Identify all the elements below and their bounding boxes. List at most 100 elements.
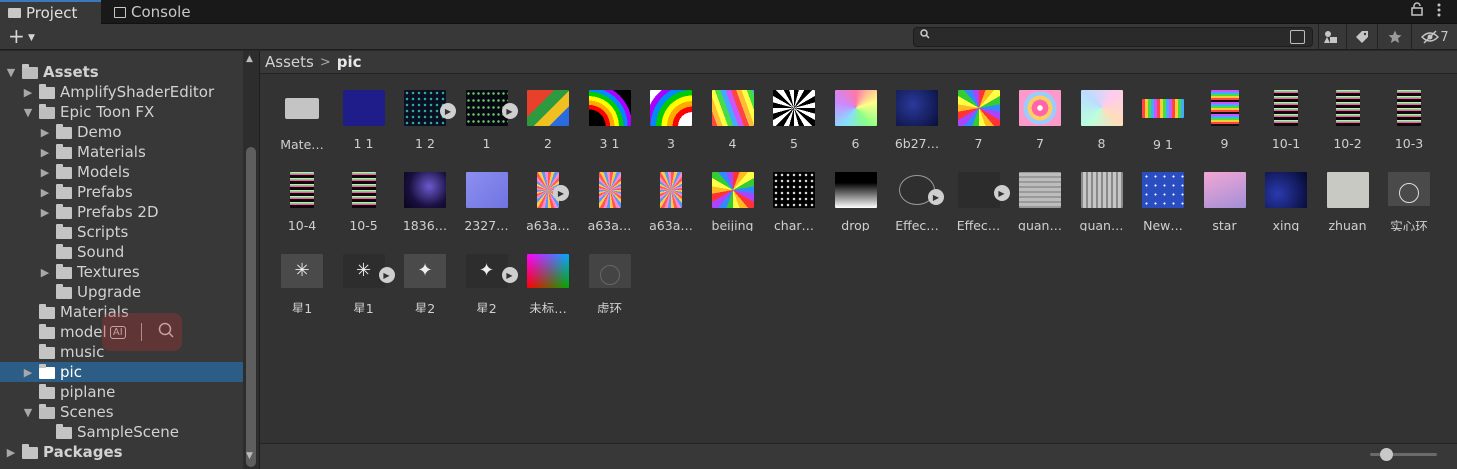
collapsed-arrow-icon[interactable]: ▶ xyxy=(39,186,51,199)
create-dropdown-button[interactable]: + ▼ xyxy=(6,26,40,48)
asset-tile[interactable]: 1836… xyxy=(394,156,456,231)
asset-tile[interactable]: 9 xyxy=(1194,74,1256,149)
tree-item[interactable]: ▶ pic xyxy=(0,362,243,382)
search-field[interactable] xyxy=(913,27,1313,47)
expand-subassets-icon[interactable]: ▶ xyxy=(501,103,518,119)
magnifier-icon[interactable] xyxy=(158,322,174,342)
expand-subassets-icon[interactable]: ▶ xyxy=(553,185,569,201)
asset-tile[interactable]: 7 xyxy=(1009,74,1071,149)
asset-tile[interactable]: 9 1 xyxy=(1132,74,1194,149)
asset-tile[interactable]: 实心环 xyxy=(1378,156,1440,231)
asset-tile[interactable]: Mate… xyxy=(271,74,333,149)
asset-tile[interactable]: 虚环 xyxy=(579,238,641,313)
asset-tile[interactable]: ▶ a63a… xyxy=(517,156,579,231)
asset-tile[interactable]: 2 xyxy=(517,74,579,149)
tree-item[interactable]: ▶ Prefabs 2D xyxy=(0,202,243,222)
asset-tile[interactable]: 未标… xyxy=(517,238,579,313)
tree-item[interactable]: piplane xyxy=(0,382,243,402)
tree-item[interactable]: ▶ Packages xyxy=(0,442,243,462)
asset-tile[interactable]: 6 xyxy=(825,74,887,149)
hidden-packages-toggle[interactable]: 7 xyxy=(1418,27,1452,47)
asset-tile[interactable]: 4 xyxy=(702,74,764,149)
collapsed-arrow-icon[interactable]: ▶ xyxy=(39,206,51,219)
asset-tile[interactable]: ▶ Effec… xyxy=(948,156,1010,231)
asset-tile[interactable]: 10-5 xyxy=(333,156,395,231)
collapsed-arrow-icon[interactable]: ▶ xyxy=(39,166,51,179)
asset-tile[interactable]: zhuan xyxy=(1317,156,1379,231)
asset-tile[interactable]: guan… xyxy=(1009,156,1071,231)
expanded-arrow-icon[interactable]: ▼ xyxy=(22,106,34,119)
breadcrumb-current[interactable]: pic xyxy=(337,53,362,71)
tree-item[interactable]: Upgrade xyxy=(0,282,243,302)
tree-item[interactable]: ▶ Materials xyxy=(0,142,243,162)
asset-tile[interactable]: New… xyxy=(1132,156,1194,231)
expand-subassets-icon[interactable]: ▶ xyxy=(993,185,1010,201)
tree-item[interactable]: ▼ Epic Toon FX xyxy=(0,102,243,122)
tree-item[interactable]: ▶ Models xyxy=(0,162,243,182)
collapsed-arrow-icon[interactable]: ▶ xyxy=(22,86,34,99)
scroll-up-icon[interactable]: ▲ xyxy=(246,54,253,64)
ai-icon[interactable]: AI xyxy=(109,325,126,339)
asset-tile[interactable]: a63a… xyxy=(640,156,702,231)
filter-by-type-icon[interactable] xyxy=(1320,27,1342,47)
collapsed-arrow-icon[interactable]: ▶ xyxy=(39,126,51,139)
tree-item[interactable]: ▼ Assets xyxy=(0,62,243,82)
expanded-arrow-icon[interactable]: ▼ xyxy=(22,406,34,419)
asset-tile[interactable]: ✦ 星2 xyxy=(394,238,456,313)
asset-tile[interactable]: 3 xyxy=(640,74,702,149)
lock-icon[interactable] xyxy=(1411,2,1423,20)
tree-item[interactable]: Scripts xyxy=(0,222,243,242)
asset-tile[interactable]: 8 xyxy=(1071,74,1133,149)
tree-item[interactable]: SampleScene xyxy=(0,422,243,442)
asset-tile[interactable]: ▶ 1 2 xyxy=(394,74,456,149)
scrollbar-thumb[interactable] xyxy=(246,147,256,467)
tree-item[interactable]: Sound xyxy=(0,242,243,262)
asset-tile[interactable]: ✦ ▶ 星2 xyxy=(456,238,518,313)
tab-console[interactable]: Console xyxy=(104,0,204,24)
tree-item[interactable]: ▶ Textures xyxy=(0,262,243,282)
asset-tile[interactable]: 10-4 xyxy=(271,156,333,231)
slider-handle[interactable] xyxy=(1380,448,1393,461)
asset-tile[interactable]: ✳ ▶ 星1 xyxy=(333,238,395,313)
tree-item[interactable]: ▶ AmplifyShaderEditor xyxy=(0,82,243,102)
asset-tile[interactable]: ✳ 星1 xyxy=(271,238,333,313)
asset-tile[interactable]: 10-3 xyxy=(1378,74,1440,149)
asset-tile[interactable]: 6b27… xyxy=(886,74,948,149)
asset-tile[interactable]: 3 1 xyxy=(579,74,641,149)
expand-subassets-icon[interactable]: ▶ xyxy=(928,189,944,205)
ai-search-overlay[interactable]: AI xyxy=(102,313,182,351)
favorite-star-icon[interactable] xyxy=(1385,27,1405,47)
asset-tile[interactable]: guan… xyxy=(1071,156,1133,231)
asset-tile[interactable]: 10-2 xyxy=(1317,74,1379,149)
collapsed-arrow-icon[interactable]: ▶ xyxy=(39,146,51,159)
asset-tile[interactable]: ▶ 1 xyxy=(456,74,518,149)
asset-tile[interactable]: beijing xyxy=(702,156,764,231)
tree-scrollbar[interactable]: ▲ ▼ xyxy=(243,51,259,469)
collapsed-arrow-icon[interactable]: ▶ xyxy=(22,366,34,379)
expanded-arrow-icon[interactable]: ▼ xyxy=(5,66,17,79)
scroll-down-icon[interactable]: ▼ xyxy=(246,451,253,461)
asset-tile[interactable]: star xyxy=(1194,156,1256,231)
tree-item[interactable]: ▶ Demo xyxy=(0,122,243,142)
asset-tile[interactable]: xing xyxy=(1255,156,1317,231)
asset-tile[interactable]: char… xyxy=(763,156,825,231)
collapsed-arrow-icon[interactable]: ▶ xyxy=(39,266,51,279)
filter-by-label-icon[interactable] xyxy=(1352,27,1372,47)
expand-subassets-icon[interactable]: ▶ xyxy=(501,267,518,283)
search-input[interactable] xyxy=(936,29,1281,45)
asset-tile[interactable]: 2327… xyxy=(456,156,518,231)
kebab-menu-icon[interactable] xyxy=(1436,2,1442,22)
collapsed-arrow-icon[interactable]: ▶ xyxy=(5,446,17,459)
expand-subassets-icon[interactable]: ▶ xyxy=(440,103,456,119)
asset-tile[interactable]: 1 1 xyxy=(333,74,395,149)
tree-item[interactable]: ▼ Scenes xyxy=(0,402,243,422)
asset-tile[interactable]: ▶ Effec… xyxy=(886,156,948,231)
asset-tile[interactable]: 10-1 xyxy=(1255,74,1317,149)
tree-item[interactable]: ▶ Prefabs xyxy=(0,182,243,202)
expand-subassets-icon[interactable]: ▶ xyxy=(378,267,395,283)
asset-tile[interactable]: 5 xyxy=(763,74,825,149)
asset-tile[interactable]: drop xyxy=(825,156,887,231)
advanced-search-icon[interactable] xyxy=(1290,30,1305,44)
asset-tile[interactable]: a63a… xyxy=(579,156,641,231)
tab-project[interactable]: Project xyxy=(0,0,101,24)
